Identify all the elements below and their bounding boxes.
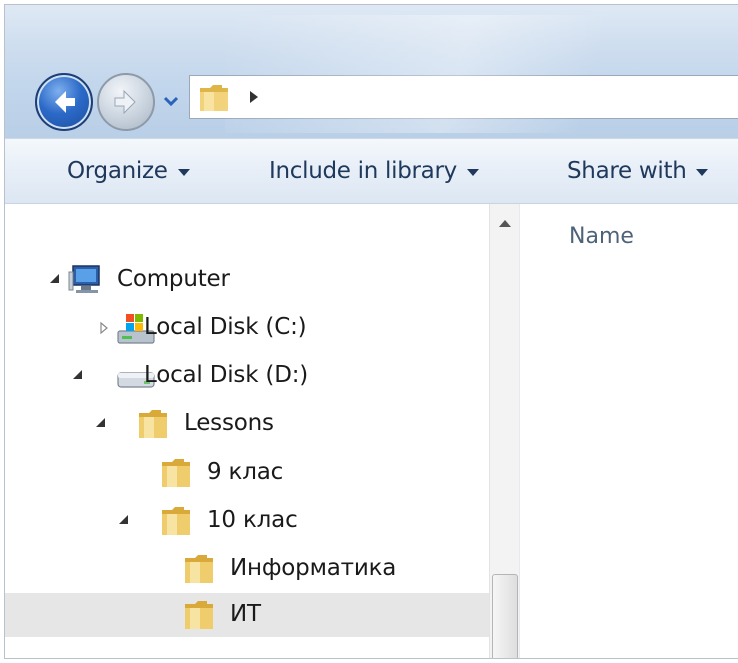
folder-icon bbox=[200, 85, 228, 111]
organize-button[interactable]: Organize bbox=[67, 156, 190, 186]
folder-icon bbox=[182, 552, 220, 590]
folder-icon bbox=[159, 504, 197, 542]
tree-item[interactable]: Local Disk (C:) bbox=[5, 306, 489, 350]
forward-arrow-icon bbox=[114, 89, 136, 115]
tree-item[interactable]: 9 клас bbox=[5, 451, 489, 495]
tree-item-label: Lessons bbox=[184, 410, 274, 436]
expanded-triangle-icon[interactable] bbox=[50, 274, 59, 283]
navigation-bar bbox=[5, 5, 738, 138]
back-button[interactable] bbox=[35, 73, 93, 131]
forward-button[interactable] bbox=[97, 73, 155, 131]
back-arrow-icon bbox=[55, 91, 75, 113]
tree-item[interactable]: ИТ bbox=[5, 593, 489, 637]
collapsed-triangle-icon[interactable] bbox=[99, 320, 109, 335]
dropdown-arrow-icon bbox=[177, 168, 190, 176]
tree-item[interactable]: Информатика bbox=[5, 547, 489, 591]
tree-item-label: Computer bbox=[117, 266, 230, 292]
file-list-pane: Name bbox=[520, 204, 738, 658]
chevron-right-icon[interactable] bbox=[248, 90, 260, 104]
expanded-triangle-icon[interactable] bbox=[119, 515, 128, 524]
tree-item[interactable]: Lessons bbox=[5, 402, 489, 446]
computer-icon bbox=[67, 263, 107, 301]
include-in-library-button[interactable]: Include in library bbox=[269, 156, 479, 186]
navigation-pane: Computer Local Disk (C:) Local Disk (D:) Le… bbox=[5, 204, 489, 658]
tree-item[interactable]: 10 клас bbox=[5, 499, 489, 543]
organize-label: Organize bbox=[67, 158, 168, 184]
column-header-name[interactable]: Name bbox=[569, 224, 634, 249]
tree-item-label: 10 клас bbox=[207, 507, 298, 533]
scroll-up-arrow-icon[interactable] bbox=[499, 220, 511, 227]
address-bar[interactable] bbox=[189, 75, 738, 119]
scroll-thumb[interactable] bbox=[492, 574, 518, 658]
tree-item-label: Информатика bbox=[230, 555, 397, 581]
dropdown-arrow-icon bbox=[696, 168, 709, 176]
expanded-triangle-icon[interactable] bbox=[73, 370, 82, 379]
share-with-button[interactable]: Share with bbox=[567, 156, 709, 186]
navigation-pane-scrollbar[interactable] bbox=[489, 204, 519, 658]
tree-item[interactable]: Computer bbox=[5, 258, 489, 302]
tree-item-label: 9 клас bbox=[207, 459, 284, 485]
folder-icon bbox=[159, 456, 197, 494]
tree-item-label: Local Disk (C:) bbox=[144, 314, 307, 340]
dropdown-arrow-icon bbox=[466, 168, 479, 176]
tree-item-label: Local Disk (D:) bbox=[144, 362, 309, 388]
recent-pages-button[interactable] bbox=[162, 93, 180, 109]
explorer-window: Organize Include in library Share with C… bbox=[4, 4, 738, 659]
folder-icon bbox=[182, 598, 220, 636]
tree-item[interactable]: Local Disk (D:) bbox=[5, 354, 489, 398]
command-bar: Organize Include in library Share with bbox=[5, 138, 738, 204]
tree-item-label: ИТ bbox=[230, 601, 261, 627]
folder-icon bbox=[136, 407, 174, 445]
include-in-library-label: Include in library bbox=[269, 158, 457, 184]
expanded-triangle-icon[interactable] bbox=[96, 418, 105, 427]
chevron-down-icon bbox=[163, 96, 179, 107]
share-with-label: Share with bbox=[567, 158, 687, 184]
